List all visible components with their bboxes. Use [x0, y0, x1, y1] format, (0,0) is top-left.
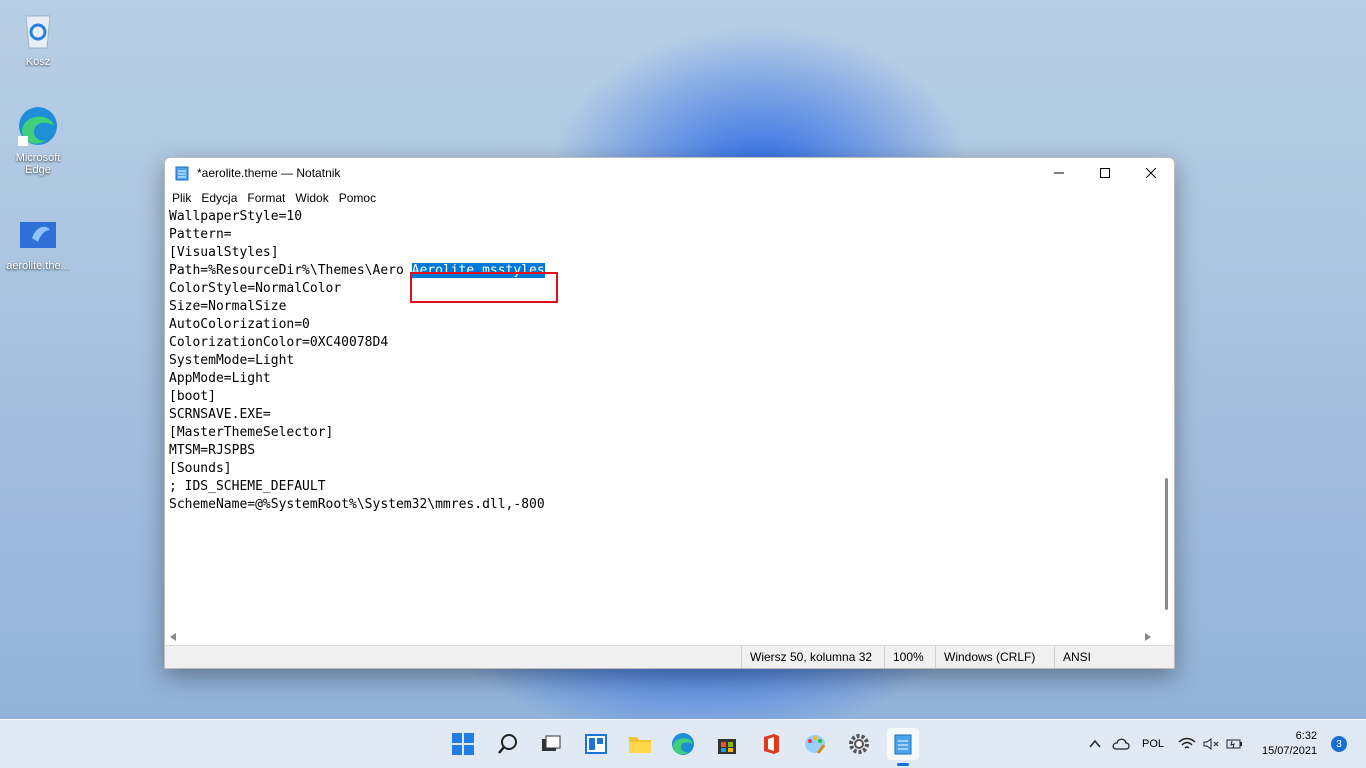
text-line: Size=NormalSize	[169, 299, 287, 314]
notepad-taskbar-button[interactable]	[887, 728, 919, 766]
task-view-button[interactable]	[535, 728, 567, 760]
close-button[interactable]	[1128, 158, 1174, 188]
notepad-icon	[175, 166, 189, 181]
desktop-icon-theme-file[interactable]: aerolite.the...	[0, 212, 76, 272]
menu-item-pomoc[interactable]: Pomoc	[334, 191, 381, 205]
menu-item-plik[interactable]: Plik	[167, 191, 196, 205]
clock-time: 6:32	[1295, 730, 1318, 742]
text-line: ColorStyle=NormalColor	[169, 281, 342, 296]
menu-item-format[interactable]: Format	[242, 191, 290, 205]
file-explorer-icon	[629, 737, 651, 753]
minimize-button[interactable]	[1036, 158, 1082, 188]
status-encoding: ANSI	[1054, 646, 1171, 668]
office-button[interactable]	[755, 728, 787, 760]
store-icon	[718, 739, 736, 754]
status-position: Wiersz 50, kolumna 32	[741, 646, 884, 668]
status-bar: Wiersz 50, kolumna 32 100% Windows (CRLF…	[165, 645, 1174, 668]
scroll-right-icon[interactable]	[1145, 633, 1153, 641]
battery-plug-icon[interactable]	[1226, 737, 1244, 751]
recycle-bin-icon	[25, 15, 51, 49]
text-line: SchemeName=@%SystemRoot%\System32\mmres.…	[169, 497, 545, 512]
settings-icon	[849, 734, 869, 754]
start-button[interactable]	[447, 728, 479, 760]
status-zoom: 100%	[884, 646, 935, 668]
text-line: [boot]	[169, 389, 216, 404]
notepad-icon	[894, 734, 912, 755]
paint-icon	[805, 735, 826, 754]
text-editor[interactable]: WallpaperStyle=10 Pattern= [VisualStyles] P…	[165, 208, 1158, 628]
minimize-icon	[1054, 172, 1064, 174]
language-indicator[interactable]: POL	[1142, 738, 1164, 750]
chevron-up-icon[interactable]	[1088, 737, 1102, 751]
desktop-icon-edge[interactable]: Microsoft Edge	[0, 104, 76, 176]
edge-icon	[18, 107, 57, 146]
cloud-icon[interactable]	[1112, 737, 1130, 751]
window-title: *aerolite.theme — Notatnik	[197, 166, 341, 180]
taskbar: POL 6:32 15/07/2021 3	[0, 719, 1366, 768]
search-icon	[498, 734, 517, 754]
active-app-indicator	[897, 763, 909, 766]
text-line-prefix: Path=%ResourceDir%\Themes\Aero	[169, 263, 412, 278]
paint-button[interactable]	[799, 728, 831, 760]
status-line-ending: Windows (CRLF)	[935, 646, 1054, 668]
search-button[interactable]	[492, 728, 524, 760]
text-line: MTSM=RJSPBS	[169, 443, 256, 458]
edge-icon	[672, 733, 694, 755]
menu-item-edycja[interactable]: Edycja	[196, 191, 242, 205]
menu-bar: Plik Edycja Format Widok Pomoc	[165, 188, 1174, 208]
text-line: [VisualStyles]	[169, 245, 279, 260]
vertical-scrollbar[interactable]	[1158, 208, 1174, 628]
text-line: WallpaperStyle=10	[169, 209, 303, 224]
text-line: Pattern=	[169, 227, 232, 242]
desktop-icon-label: aerolite.the...	[6, 260, 70, 272]
desktop-icon-label: Kosz	[25, 56, 51, 68]
scrollbar-thumb[interactable]	[1165, 478, 1168, 610]
horizontal-scrollbar[interactable]	[165, 628, 1158, 646]
task-view-icon	[542, 735, 561, 751]
start-icon	[452, 733, 474, 755]
system-tray: POL 6:32 15/07/2021 3	[1088, 720, 1348, 768]
desktop-icon-label: Microsoft Edge	[15, 152, 61, 176]
menu-item-widok[interactable]: Widok	[290, 191, 333, 205]
store-button[interactable]	[711, 728, 743, 760]
text-line: [Sounds]	[169, 461, 232, 476]
settings-button[interactable]	[843, 728, 875, 760]
highlight-annotation-box	[410, 272, 558, 303]
widgets-button[interactable]	[580, 728, 612, 760]
clock[interactable]: 6:32 15/07/2021	[1262, 729, 1317, 759]
wifi-icon[interactable]	[1178, 737, 1196, 751]
desktop-icon-recycle-bin[interactable]: Kosz	[0, 8, 76, 68]
office-icon	[764, 734, 779, 754]
edge-taskbar-button[interactable]	[667, 728, 699, 760]
widgets-icon	[585, 734, 607, 754]
text-line: [MasterThemeSelector]	[169, 425, 334, 440]
text-line: Path=%ResourceDir%\Themes\Aero Aerolite.…	[169, 262, 1158, 280]
notepad-window: *aerolite.theme — Notatnik Plik Edycja F…	[164, 157, 1175, 669]
title-bar[interactable]: *aerolite.theme — Notatnik	[165, 158, 1174, 188]
notification-badge[interactable]: 3	[1331, 736, 1348, 752]
text-line: SystemMode=Light	[169, 353, 295, 368]
text-line: ColorizationColor=0XC40078D4	[169, 335, 389, 350]
text-line: AutoColorization=0	[169, 317, 310, 332]
text-line: AppMode=Light	[169, 371, 271, 386]
theme-file-icon	[20, 222, 56, 248]
text-line: SCRNSAVE.EXE=	[169, 407, 271, 422]
maximize-icon	[1100, 168, 1110, 178]
file-explorer-button[interactable]	[624, 728, 656, 760]
close-icon	[1146, 168, 1156, 178]
scroll-left-icon[interactable]	[170, 633, 178, 641]
text-line: ; IDS_SCHEME_DEFAULT	[169, 479, 326, 494]
clock-date: 15/07/2021	[1262, 745, 1318, 757]
maximize-button[interactable]	[1082, 158, 1128, 188]
volume-muted-icon[interactable]	[1202, 737, 1220, 751]
